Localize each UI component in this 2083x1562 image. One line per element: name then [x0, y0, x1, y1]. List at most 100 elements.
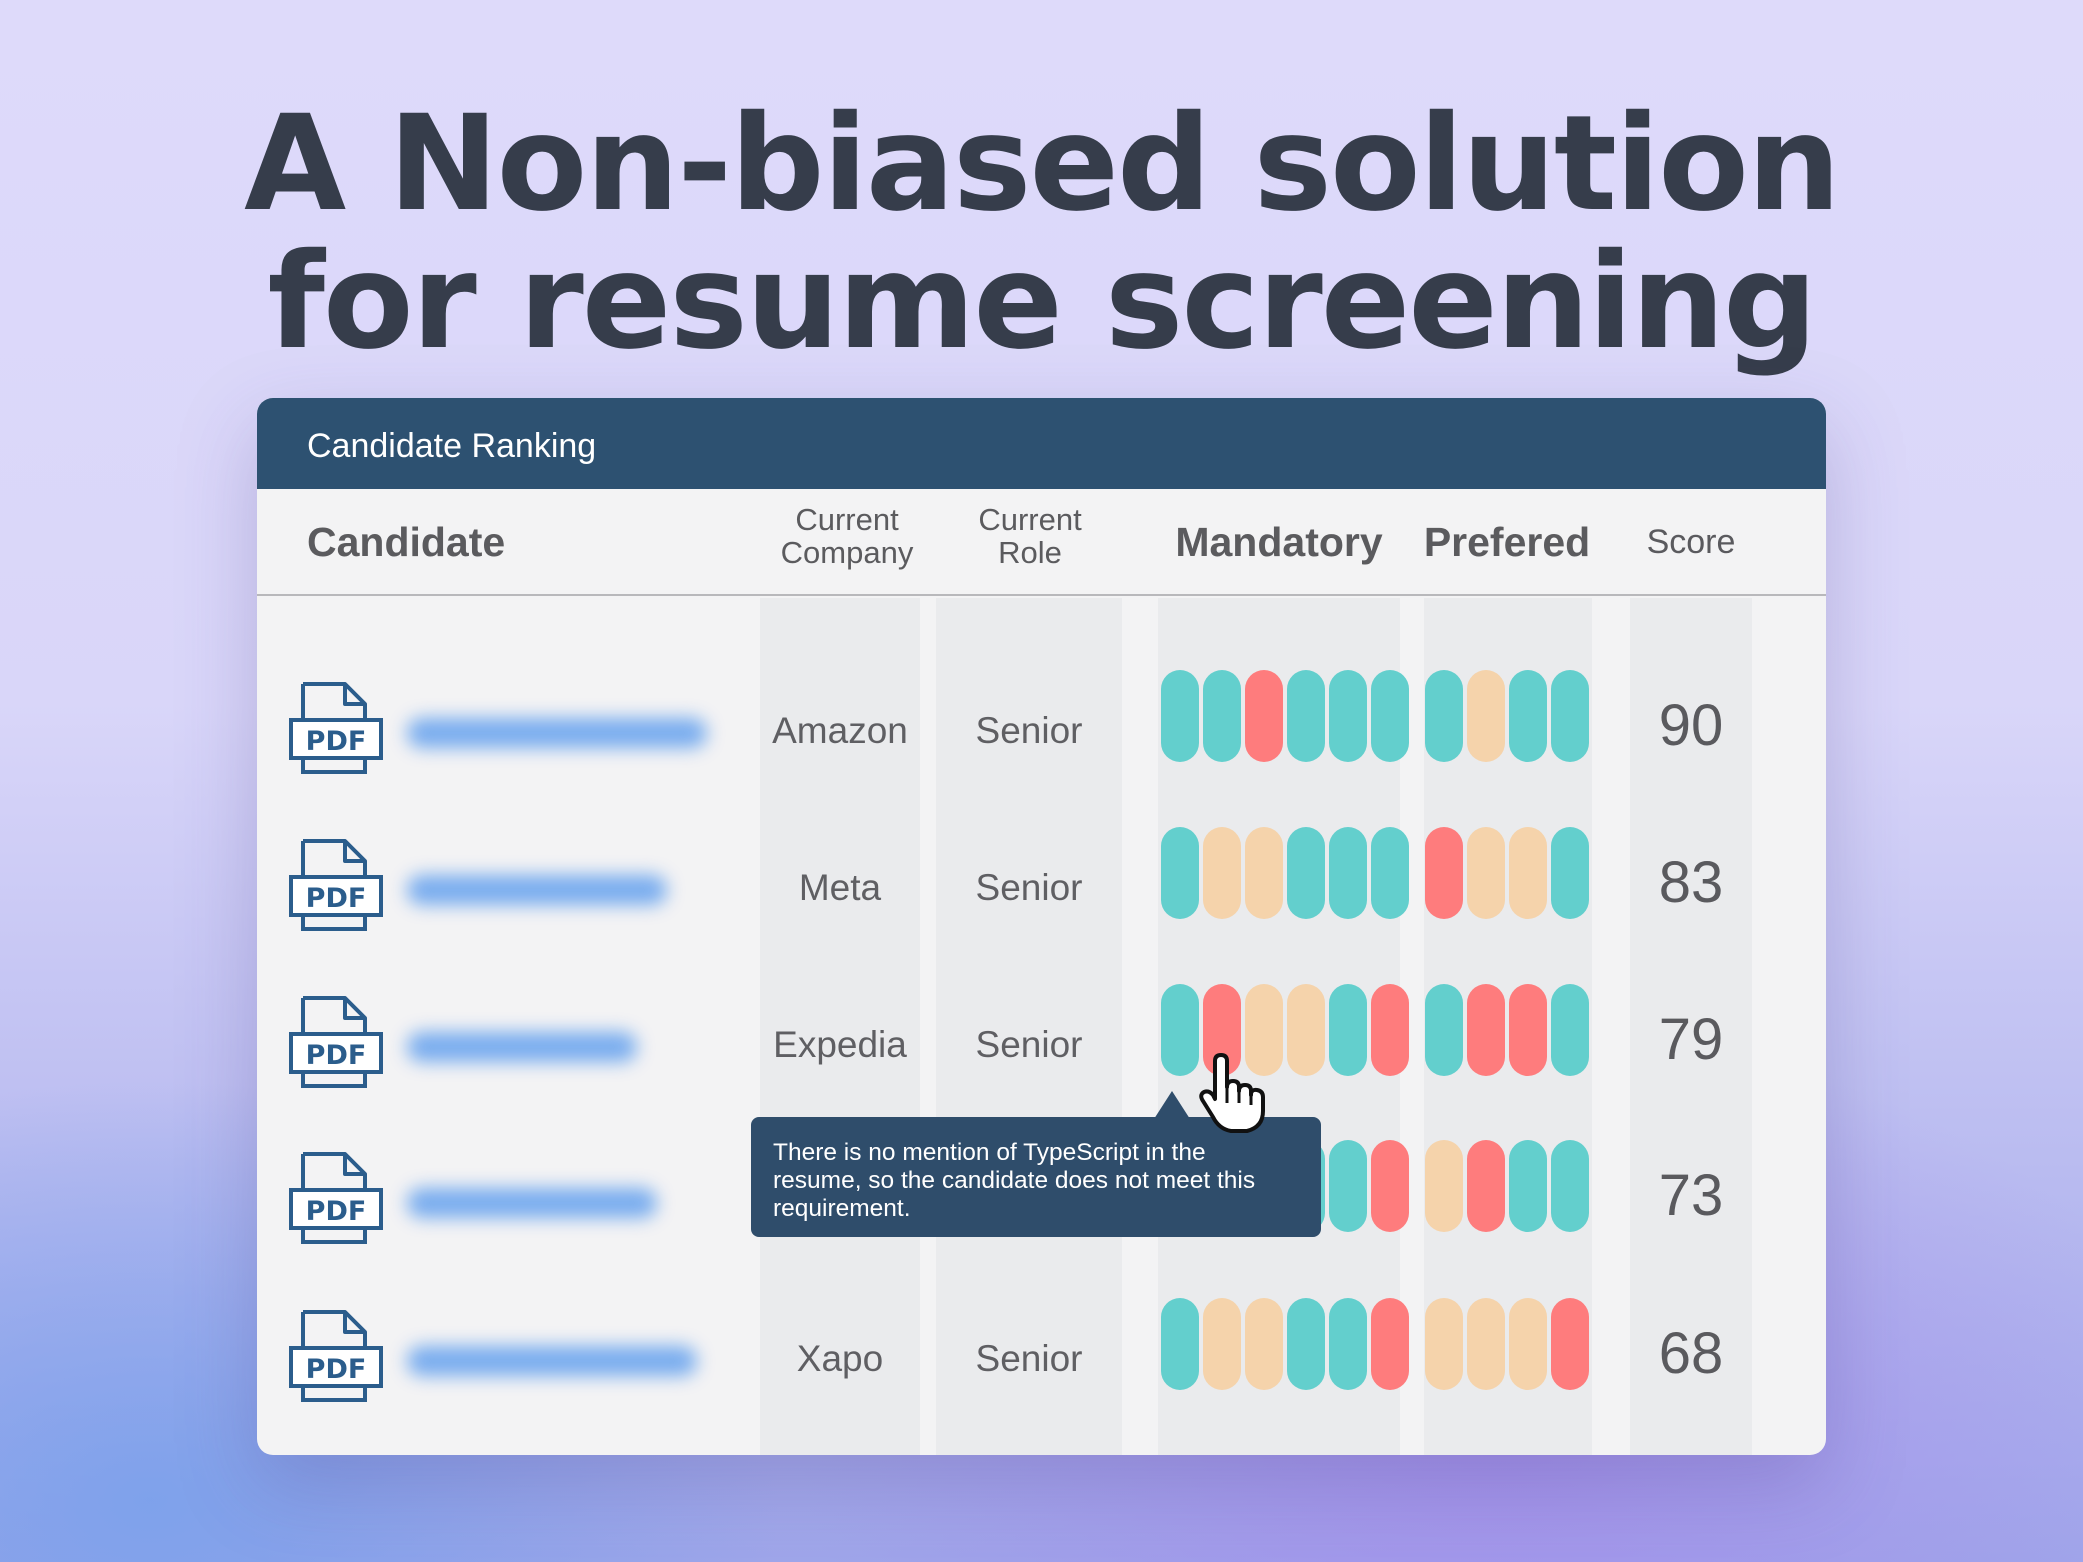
mandatory-requirement-5-met[interactable] — [1329, 827, 1367, 919]
headline: A Non-biased solution for resume screeni… — [0, 95, 2083, 371]
svg-text:PDF: PDF — [306, 883, 367, 914]
mandatory-requirement-1-met[interactable] — [1161, 670, 1199, 762]
candidate-name-blurred[interactable] — [407, 718, 707, 748]
candidate-score: 83 — [1658, 850, 1724, 915]
preferred-requirement-2-not-met[interactable] — [1467, 1140, 1505, 1232]
preferred-requirement-1-partial[interactable] — [1425, 1140, 1463, 1232]
hand-pointer-cursor-icon — [1199, 1053, 1265, 1133]
preferred-requirement-2-partial[interactable] — [1467, 670, 1505, 762]
preferred-requirement-4-met[interactable] — [1551, 1140, 1589, 1232]
column-header-preferred[interactable]: Prefered — [1417, 519, 1597, 566]
mandatory-requirement-4-met[interactable] — [1287, 670, 1325, 762]
mandatory-requirement-6-not-met[interactable] — [1371, 1298, 1409, 1390]
mandatory-requirement-6-met[interactable] — [1371, 827, 1409, 919]
preferred-requirements — [1425, 670, 1589, 762]
preferred-requirements — [1425, 984, 1589, 1076]
mandatory-requirement-5-met[interactable] — [1329, 1140, 1367, 1232]
column-header-role[interactable]: Current Role — [937, 503, 1123, 569]
current-company: Xapo — [796, 1338, 884, 1379]
preferred-requirement-1-partial[interactable] — [1425, 1298, 1463, 1390]
mandatory-requirement-4-met[interactable] — [1287, 1298, 1325, 1390]
panel-header: Candidate Ranking — [257, 398, 1826, 489]
pdf-file-icon[interactable]: PDF — [289, 1150, 383, 1246]
mandatory-requirement-3-partial[interactable] — [1245, 827, 1283, 919]
preferred-requirements — [1425, 1140, 1589, 1232]
column-header-mandatory[interactable]: Mandatory — [1157, 519, 1401, 566]
preferred-requirements — [1425, 1298, 1589, 1390]
preferred-requirement-4-not-met[interactable] — [1551, 1298, 1589, 1390]
mandatory-requirement-4-partial[interactable] — [1287, 984, 1325, 1076]
preferred-requirement-3-met[interactable] — [1509, 1140, 1547, 1232]
column-header-candidate[interactable]: Candidate — [307, 519, 505, 566]
current-role: Senior — [975, 1024, 1083, 1065]
mandatory-requirements — [1161, 827, 1409, 919]
tooltip-text: There is no mention of TypeScript in the… — [773, 1139, 1256, 1222]
table-header: Candidate Current Company Current Role M… — [257, 489, 1826, 596]
candidate-name-blurred[interactable] — [407, 1346, 697, 1376]
current-company: Expedia — [773, 1024, 907, 1065]
mandatory-requirement-1-met[interactable] — [1161, 827, 1199, 919]
candidate-score: 90 — [1658, 693, 1724, 758]
mandatory-requirements — [1161, 1298, 1409, 1390]
pdf-file-icon[interactable]: PDF — [289, 680, 383, 776]
mandatory-requirement-5-met[interactable] — [1329, 984, 1367, 1076]
requirement-tooltip: There is no mention of TypeScript in the… — [751, 1117, 1321, 1237]
preferred-requirement-2-partial[interactable] — [1467, 1298, 1505, 1390]
column-header-score[interactable]: Score — [1630, 523, 1752, 562]
svg-text:PDF: PDF — [306, 1040, 367, 1071]
candidate-score: 68 — [1658, 1321, 1724, 1386]
preferred-requirement-4-met[interactable] — [1551, 670, 1589, 762]
candidate-name-blurred[interactable] — [407, 1188, 657, 1218]
pdf-file-icon[interactable]: PDF — [289, 1308, 383, 1404]
preferred-requirement-1-met[interactable] — [1425, 670, 1463, 762]
column-header-role-line2: Role — [998, 535, 1062, 570]
preferred-requirement-1-met[interactable] — [1425, 984, 1463, 1076]
svg-text:PDF: PDF — [306, 1196, 367, 1227]
mandatory-requirement-3-not-met[interactable] — [1245, 670, 1283, 762]
candidate-score: 73 — [1658, 1163, 1724, 1228]
mandatory-requirement-3-partial[interactable] — [1245, 1298, 1283, 1390]
mandatory-requirement-2-partial[interactable] — [1203, 827, 1241, 919]
mandatory-requirement-6-met[interactable] — [1371, 670, 1409, 762]
column-header-role-line1: Current — [978, 502, 1082, 537]
panel-title: Candidate Ranking — [307, 427, 597, 465]
mandatory-requirement-1-met[interactable] — [1161, 984, 1199, 1076]
mandatory-requirement-2-partial[interactable] — [1203, 1298, 1241, 1390]
preferred-requirement-3-partial[interactable] — [1509, 827, 1547, 919]
pdf-file-icon[interactable]: PDF — [289, 837, 383, 933]
preferred-requirement-2-partial[interactable] — [1467, 827, 1505, 919]
preferred-requirement-1-not-met[interactable] — [1425, 827, 1463, 919]
mandatory-requirement-4-met[interactable] — [1287, 827, 1325, 919]
current-role: Senior — [975, 1338, 1083, 1379]
candidate-name-blurred[interactable] — [407, 1032, 637, 1062]
preferred-requirement-4-met[interactable] — [1551, 984, 1589, 1076]
preferred-requirement-3-not-met[interactable] — [1509, 984, 1547, 1076]
mandatory-requirement-2-met[interactable] — [1203, 670, 1241, 762]
svg-text:PDF: PDF — [306, 1354, 367, 1385]
preferred-requirement-4-met[interactable] — [1551, 827, 1589, 919]
mandatory-requirement-6-not-met[interactable] — [1371, 984, 1409, 1076]
candidate-ranking-panel: Candidate Ranking Candidate Current Comp… — [257, 398, 1826, 1455]
headline-line-2: for resume screening — [267, 225, 1818, 379]
candidate-name-blurred[interactable] — [407, 875, 667, 905]
current-role: Senior — [975, 867, 1083, 908]
preferred-requirement-3-met[interactable] — [1509, 670, 1547, 762]
candidate-row: PDF Meta Senior 83 — [257, 827, 1826, 983]
mandatory-requirement-1-met[interactable] — [1161, 1298, 1199, 1390]
headline-line-1: A Non-biased solution — [244, 87, 1841, 241]
column-header-company-line2: Company — [780, 535, 914, 570]
preferred-requirement-2-not-met[interactable] — [1467, 984, 1505, 1076]
pdf-file-icon[interactable]: PDF — [289, 994, 383, 1090]
preferred-requirements — [1425, 827, 1589, 919]
mandatory-requirement-5-met[interactable] — [1329, 1298, 1367, 1390]
column-header-company-line1: Current — [795, 502, 899, 537]
current-role: Senior — [975, 710, 1083, 751]
current-company: Meta — [798, 867, 882, 908]
column-header-company[interactable]: Current Company — [757, 503, 937, 569]
mandatory-requirement-6-not-met[interactable] — [1371, 1140, 1409, 1232]
svg-text:PDF: PDF — [306, 726, 367, 757]
mandatory-requirement-5-met[interactable] — [1329, 670, 1367, 762]
candidate-row: PDF Xapo Senior 68 — [257, 1298, 1826, 1454]
preferred-requirement-3-partial[interactable] — [1509, 1298, 1547, 1390]
current-company: Amazon — [772, 710, 908, 751]
